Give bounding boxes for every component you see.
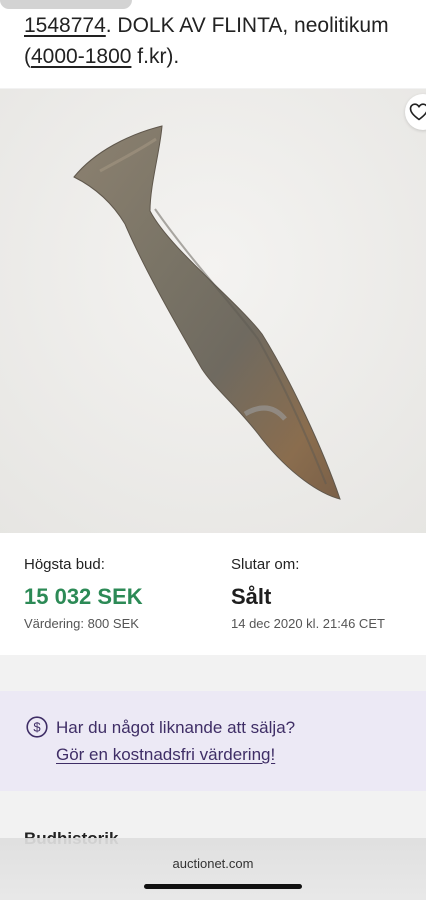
heart-icon xyxy=(409,103,426,121)
home-indicator[interactable] xyxy=(144,884,302,889)
lot-title-suffix: f.kr). xyxy=(131,45,180,68)
sell-promo: $ Har du något liknande att sälja? Gör e… xyxy=(0,691,426,791)
free-valuation-link[interactable]: Gör en kostnadsfri värdering! xyxy=(56,745,275,765)
bid-info: Högsta bud: 15 032 SEK Värdering: 800 SE… xyxy=(0,533,426,655)
paren-open: ( xyxy=(24,45,31,68)
highest-bid-value: 15 032 SEK xyxy=(24,584,143,609)
sell-question: Har du något liknande att sälja? xyxy=(56,718,296,737)
svg-text:$: $ xyxy=(33,720,41,735)
highest-bid-label: Högsta bud: xyxy=(24,556,105,573)
lot-title-text: . DOLK AV FLINTA, neolitikum xyxy=(105,14,389,37)
lot-title: 1548774. DOLK AV FLINTA, neolitikum (400… xyxy=(0,0,426,88)
valuation: Värdering: 800 SEK xyxy=(24,616,139,631)
top-tab xyxy=(0,0,132,9)
period-link[interactable]: 4000-1800 xyxy=(31,45,131,68)
end-date: 14 dec 2020 kl. 21:46 CET xyxy=(231,616,385,631)
dollar-circle-icon: $ xyxy=(26,716,48,738)
lot-number-link[interactable]: 1548774 xyxy=(24,14,106,37)
url-text[interactable]: auctionet.com xyxy=(0,856,426,871)
image-gallery[interactable] xyxy=(0,89,426,533)
flint-dagger-image xyxy=(0,89,426,533)
ends-value: Sålt xyxy=(231,584,272,609)
ends-label: Slutar om: xyxy=(231,556,300,573)
browser-address-bar[interactable]: auctionet.com xyxy=(0,838,426,900)
